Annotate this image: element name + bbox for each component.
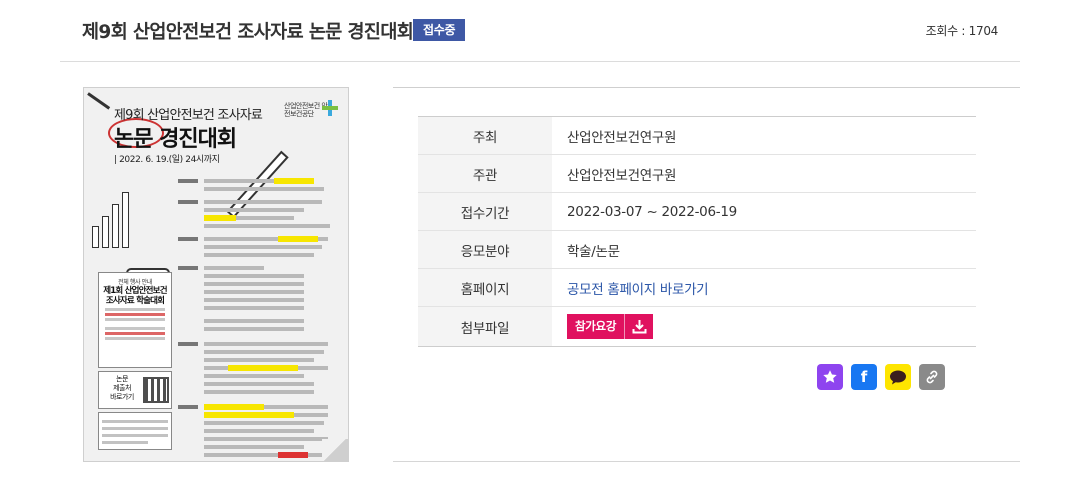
info-label: 주관 [418,154,552,193]
star-icon[interactable] [817,364,843,390]
info-row-organizer: 주관 산업안전보건연구원 [418,154,976,193]
page-curl-decoration [322,439,348,461]
info-row-host: 주최 산업안전보건연구원 [418,116,976,155]
poster-decoration [87,92,111,110]
info-label: 응모분야 [418,230,552,269]
cross-logo-icon [322,100,338,116]
bar-chart-illustration [92,188,132,248]
page-header: 제9회 산업안전보건 조사자료 논문 경진대회 접수중 조회수 : 1704 [60,0,1020,62]
info-row-period: 접수기간 2022-03-07 ~ 2022-06-19 [418,192,976,231]
download-icon [624,314,653,339]
attachment-download-button[interactable]: 참가요강 [567,314,654,339]
contest-info-section: 주최 산업안전보건연구원 주관 산업안전보건연구원 접수기간 2022-03-0… [393,87,1020,347]
link-icon[interactable] [919,364,945,390]
info-label: 주최 [418,116,552,155]
poster-qr-box: 논문 제출처 바로가기 [98,371,172,409]
status-badge: 접수중 [413,19,466,41]
kakaotalk-icon[interactable] [885,364,911,390]
info-label: 홈페이지 [418,268,552,307]
divider [393,461,1020,462]
poster-event-card: 전체 행사 안내 제1회 산업안전보건 조사자료 학술대회 [98,272,172,368]
contest-info-table: 주최 산업안전보건연구원 주관 산업안전보건연구원 접수기간 2022-03-0… [418,116,976,347]
divider [393,87,1020,88]
info-row-homepage: 홈페이지 공모전 홈페이지 바로가기 [418,268,976,307]
info-row-field: 응모분야 학술/논문 [418,230,976,269]
info-value: 산업안전보건연구원 [552,154,976,193]
facebook-icon[interactable]: f [851,364,877,390]
share-buttons: f [817,364,945,390]
attachment-label: 참가요강 [575,319,617,333]
info-label: 첨부파일 [418,306,552,347]
info-row-attachment: 첨부파일 참가요강 [418,306,976,347]
info-label: 접수기간 [418,192,552,231]
info-value: 산업안전보건연구원 [552,116,976,155]
qr-code-icon [143,377,169,403]
poster-title-line2: 논문 경진대회 [114,127,237,152]
poster-contact-box [98,412,172,450]
info-value: 2022-03-07 ~ 2022-06-19 [552,192,976,231]
page-title: 제9회 산업안전보건 조사자료 논문 경진대회 [82,22,414,43]
view-count: 조회수 : 1704 [925,24,999,38]
info-value: 학술/논문 [552,230,976,269]
poster-date: | 2022. 6. 19.(일) 24시까지 [114,155,220,165]
homepage-link[interactable]: 공모전 홈페이지 바로가기 [567,282,709,298]
poster-body-text [178,176,332,458]
contest-poster-image[interactable]: 제9회 산업안전보건 조사자료 논문 경진대회 | 2022. 6. 19.(일… [83,87,349,462]
